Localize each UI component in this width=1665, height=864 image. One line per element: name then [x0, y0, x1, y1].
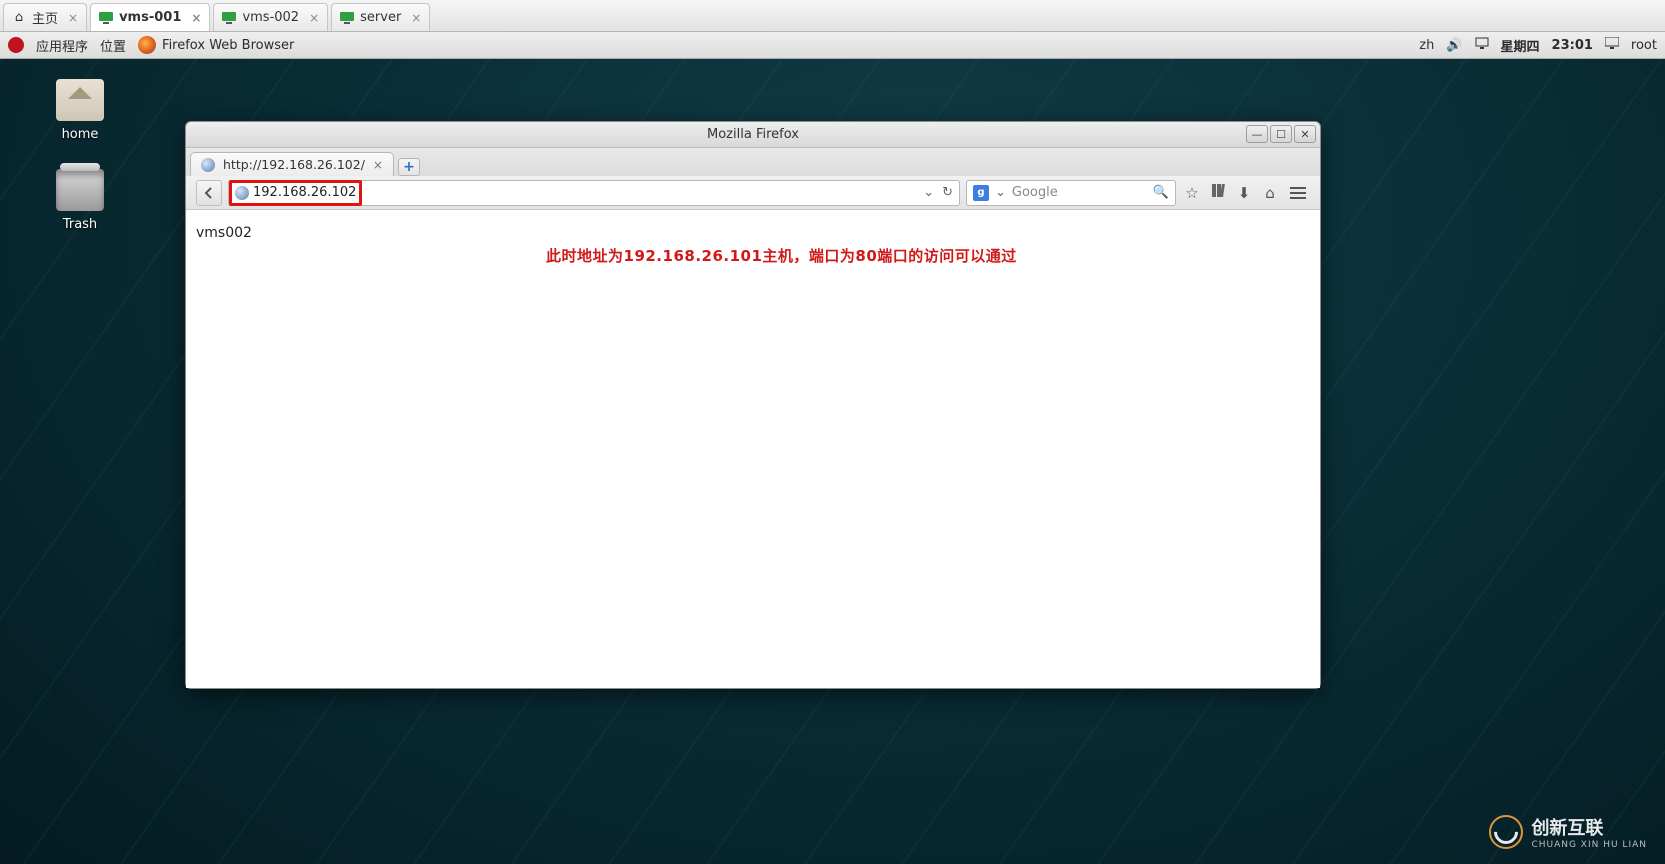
- page-body-text: vms002: [196, 225, 252, 241]
- vm-tab-vms-002[interactable]: vms-002 ×: [213, 3, 328, 31]
- active-app-indicator[interactable]: Firefox Web Browser: [138, 36, 294, 54]
- clock-date[interactable]: 星期四: [1501, 36, 1540, 55]
- close-icon[interactable]: ×: [68, 11, 78, 25]
- vm-tab-label: server: [360, 10, 401, 25]
- desktop[interactable]: home Trash Mozilla Firefox — ☐ ✕ http://…: [0, 59, 1665, 864]
- close-icon[interactable]: ×: [191, 11, 201, 25]
- ime-indicator[interactable]: zh: [1419, 38, 1434, 53]
- window-titlebar[interactable]: Mozilla Firefox — ☐ ✕: [186, 122, 1320, 148]
- network-icon[interactable]: [1475, 37, 1489, 53]
- url-text: 192.168.26.102: [253, 185, 356, 200]
- brand-en: CHUANG XIN HU LIAN: [1531, 840, 1647, 850]
- desktop-icon-home[interactable]: home: [40, 79, 120, 142]
- vm-host-tabstrip: ⌂ 主页 × vms-001 × vms-002 × server ×: [0, 0, 1665, 32]
- close-icon[interactable]: ×: [373, 158, 383, 172]
- applications-menu[interactable]: 应用程序: [36, 36, 88, 55]
- close-icon[interactable]: ×: [411, 11, 421, 25]
- clock-time[interactable]: 23:01: [1552, 38, 1593, 53]
- reload-icon[interactable]: ↻: [942, 185, 953, 200]
- trash-icon: [56, 169, 104, 211]
- url-bar[interactable]: 192.168.26.102 ⌄ ↻: [228, 180, 960, 206]
- annotation-overlay: 此时地址为192.168.26.101主机，端口为80端口的访问可以通过: [546, 245, 1017, 266]
- history-dropdown-icon[interactable]: ⌄: [923, 185, 934, 200]
- browser-tab-label: http://192.168.26.102/: [223, 157, 365, 172]
- search-bar[interactable]: g ⌄ Google 🔍: [966, 180, 1176, 206]
- window-title: Mozilla Firefox: [707, 127, 799, 142]
- bookmarks-sidebar-icon[interactable]: [1208, 183, 1228, 202]
- browser-tab[interactable]: http://192.168.26.102/ ×: [190, 152, 394, 176]
- vm-tab-home[interactable]: ⌂ 主页 ×: [3, 3, 87, 31]
- search-placeholder: Google: [1012, 185, 1058, 200]
- gnome-topbar: 应用程序 位置 Firefox Web Browser zh 🔊 星期四 23:…: [0, 32, 1665, 59]
- window-minimize-button[interactable]: —: [1246, 125, 1268, 143]
- search-engine-badge: g: [973, 185, 989, 201]
- window-maximize-button[interactable]: ☐: [1270, 125, 1292, 143]
- vm-tab-server[interactable]: server ×: [331, 3, 430, 31]
- screen-icon: [99, 11, 113, 25]
- folder-home-icon: [56, 79, 104, 121]
- screen-icon[interactable]: [1605, 37, 1619, 53]
- brand-watermark: 创新互联 CHUANG XIN HU LIAN: [1489, 814, 1647, 850]
- desktop-icon-label: home: [40, 127, 120, 142]
- active-app-name: Firefox Web Browser: [162, 38, 294, 53]
- vm-tab-label: vms-002: [242, 10, 299, 25]
- distro-logo-icon: [8, 37, 24, 53]
- globe-icon: [201, 158, 215, 172]
- brand-cn: 创新互联: [1531, 818, 1603, 839]
- home-icon: ⌂: [12, 11, 26, 25]
- screen-icon: [222, 11, 236, 25]
- close-icon[interactable]: ×: [309, 11, 319, 25]
- user-menu[interactable]: root: [1631, 38, 1657, 53]
- search-icon[interactable]: 🔍: [1153, 185, 1169, 200]
- hamburger-menu-icon[interactable]: [1286, 183, 1310, 203]
- browser-tabstrip: http://192.168.26.102/ × +: [186, 148, 1320, 176]
- vm-tab-label: vms-001: [119, 10, 181, 25]
- firefox-window: Mozilla Firefox — ☐ ✕ http://192.168.26.…: [185, 121, 1321, 689]
- firefox-icon: [138, 36, 156, 54]
- page-viewport: vms002 此时地址为192.168.26.101主机，端口为80端口的访问可…: [186, 210, 1320, 688]
- url-highlight: 192.168.26.102: [231, 182, 360, 204]
- home-icon[interactable]: ⌂: [1260, 184, 1280, 202]
- new-tab-button[interactable]: +: [398, 158, 420, 176]
- back-button[interactable]: [196, 180, 222, 206]
- volume-icon[interactable]: 🔊: [1446, 38, 1462, 53]
- bookmark-star-icon[interactable]: ☆: [1182, 184, 1202, 202]
- screen-icon: [340, 11, 354, 25]
- places-menu[interactable]: 位置: [100, 36, 126, 55]
- vm-tab-vms-001[interactable]: vms-001 ×: [90, 3, 210, 31]
- desktop-icon-label: Trash: [40, 217, 120, 232]
- window-close-button[interactable]: ✕: [1294, 125, 1316, 143]
- globe-icon: [235, 186, 249, 200]
- download-icon[interactable]: ⬇: [1234, 184, 1254, 202]
- vm-tab-label: 主页: [32, 8, 58, 27]
- brand-logo-icon: [1489, 815, 1523, 849]
- desktop-icon-trash[interactable]: Trash: [40, 169, 120, 232]
- browser-navbar: 192.168.26.102 ⌄ ↻ g ⌄ Google 🔍 ☆ ⬇ ⌂: [186, 176, 1320, 210]
